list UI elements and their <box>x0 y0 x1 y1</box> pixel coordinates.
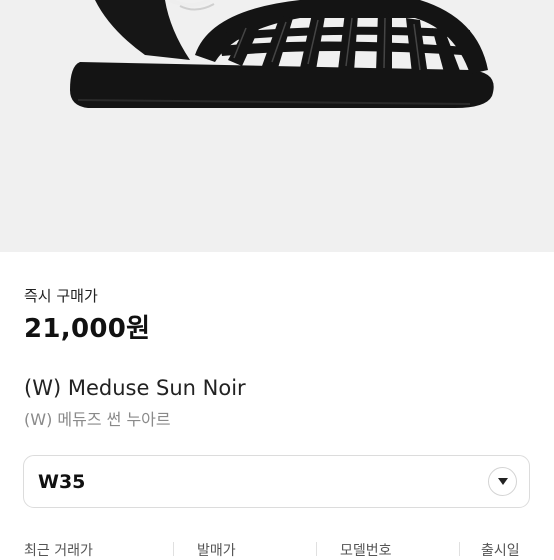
size-select-value: W35 <box>38 470 86 493</box>
instant-buy-price: 21,000원 <box>24 314 151 344</box>
meta-release-date-label: 출시일 <box>481 543 520 559</box>
price-label: 즉시 구매가 <box>24 287 98 305</box>
size-select[interactable]: W35 <box>23 455 530 508</box>
meta-model-number-label: 모델번호 <box>340 543 392 559</box>
sandal-illustration <box>70 0 494 108</box>
product-image[interactable] <box>0 0 554 252</box>
product-name-ko: (W) 메듀즈 썬 누아르 <box>24 410 171 429</box>
meta-recent-trade-label: 최근 거래가 <box>24 543 93 559</box>
product-meta-row: 최근 거래가 발매가 모델번호 출시일 <box>0 540 554 560</box>
product-name-en: (W) Meduse Sun Noir <box>24 376 246 400</box>
chevron-down-icon[interactable] <box>488 467 517 496</box>
meta-release-price-label: 발매가 <box>197 543 236 559</box>
